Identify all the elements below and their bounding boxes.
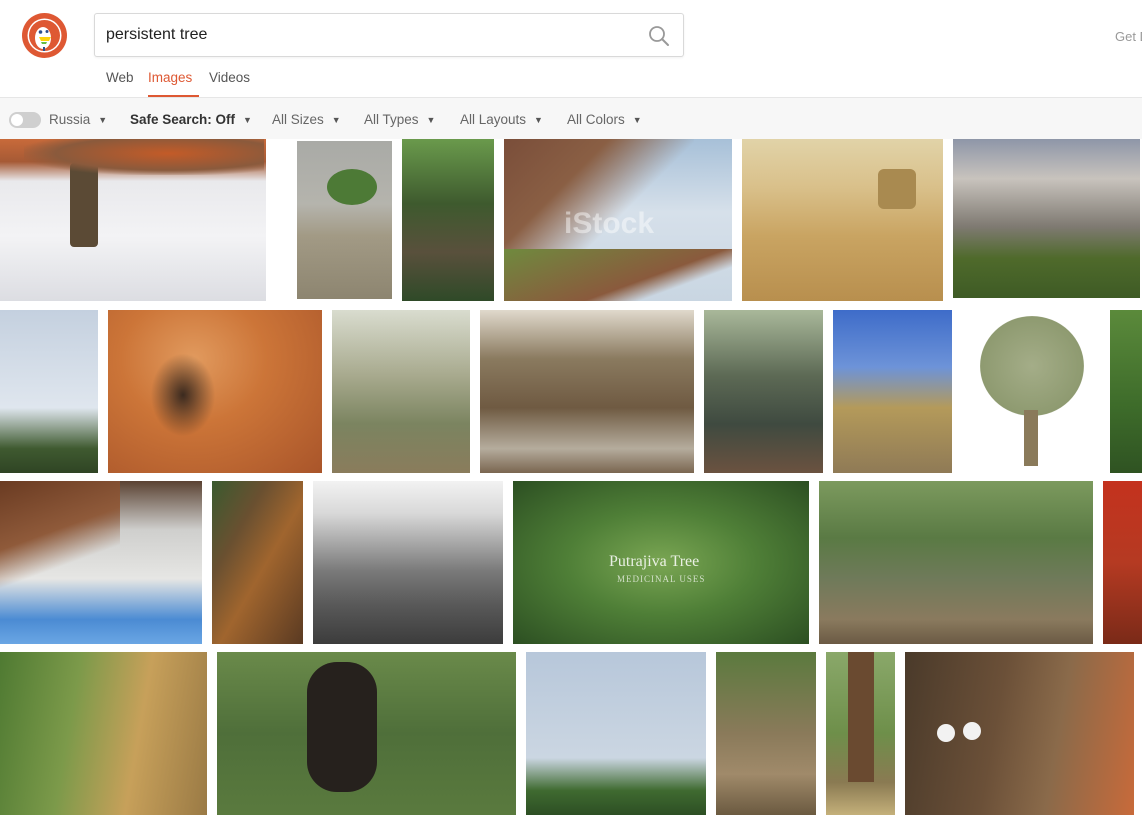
image-result-red-foliage[interactable] [1103,481,1142,644]
overlay-title: Putrajiva Tree [609,553,700,570]
size-label: All Sizes [272,112,324,127]
image-result-tree-trunk-lawn[interactable] [826,652,895,815]
image-result-desert-tree[interactable] [742,139,943,301]
image-result-trunk-closeup[interactable] [212,481,303,644]
toggle-knob [11,114,23,126]
get-extension-link[interactable]: Get D [1115,29,1142,44]
googly-eye-right [963,722,981,740]
layout-dropdown[interactable]: All Layouts ▼ [460,112,543,127]
safe-search-dropdown[interactable]: Safe Search: Off ▼ [130,112,252,127]
googly-eye-left [937,724,955,742]
tab-images[interactable]: Images [148,70,192,97]
image-result-fallen-logs[interactable] [716,652,816,815]
watermark-text: iStock [564,207,655,240]
region-dropdown[interactable]: Russia ▼ [49,112,107,127]
tab-videos[interactable]: Videos [209,70,250,97]
image-result-bare-tree-sky[interactable] [0,310,98,473]
image-result-leaves-bokeh[interactable] [0,652,207,815]
chevron-down-icon: ▼ [426,115,436,125]
filter-bar: Russia ▼ Safe Search: Off ▼ All Sizes ▼ All… [0,97,1142,139]
chevron-down-icon: ▼ [534,115,543,125]
image-result-tree-googly-eyes[interactable] [905,652,1134,815]
region-toggle[interactable] [9,112,41,128]
image-result-bw-forest[interactable] [313,481,503,644]
search-input[interactable] [106,14,636,56]
header: Get D Web Images Videos [0,0,1142,97]
layout-label: All Layouts [460,112,527,127]
search-icon [649,26,669,46]
image-result-twisted-trunk[interactable] [704,310,823,473]
search-box [94,13,684,57]
image-result-tree-with-goats[interactable] [332,310,470,473]
image-result-rock-arch[interactable] [0,481,202,644]
image-result-forest-stream[interactable] [480,310,694,473]
overlay-subtitle: MEDICINAL USES [617,574,706,584]
type-dropdown[interactable]: All Types ▼ [364,112,435,127]
tab-web[interactable]: Web [106,70,134,97]
chevron-down-icon: ▼ [98,115,108,125]
image-result-tree-on-wall[interactable] [297,141,392,299]
color-label: All Colors [567,112,625,127]
image-result-putrajiva-tree[interactable]: Putrajiva Tree MEDICINAL USES [513,481,809,644]
image-result-jungle-ruins[interactable] [402,139,494,301]
image-results-grid: iStock Putrajiva Tree MEDICINAL USES [0,139,1142,821]
safe-search-label: Safe Search: Off [130,112,236,127]
chevron-down-icon: ▼ [632,115,642,125]
chevron-down-icon: ▼ [331,115,341,125]
image-result-orange-rock[interactable] [108,310,322,473]
image-result-mossy-wall[interactable] [819,481,1093,644]
image-result-tree-blue-sky[interactable] [833,310,952,473]
image-result-cliff-sky[interactable]: iStock [504,139,732,301]
image-result-money-tree[interactable] [962,310,1100,473]
search-button[interactable] [645,22,673,50]
image-result-gnarled-tree[interactable] [953,139,1140,298]
chevron-down-icon: ▼ [243,115,252,125]
size-dropdown[interactable]: All Sizes ▼ [272,112,341,127]
image-result-tree-in-snow[interactable] [0,139,287,301]
type-label: All Types [364,112,419,127]
duckduckgo-logo[interactable] [22,13,67,58]
image-result-evergreen[interactable] [1110,310,1142,473]
color-dropdown[interactable]: All Colors ▼ [567,112,642,127]
region-label: Russia [49,112,91,127]
image-result-bear-in-tree[interactable] [217,652,516,815]
image-result-dead-branches[interactable] [526,652,706,815]
